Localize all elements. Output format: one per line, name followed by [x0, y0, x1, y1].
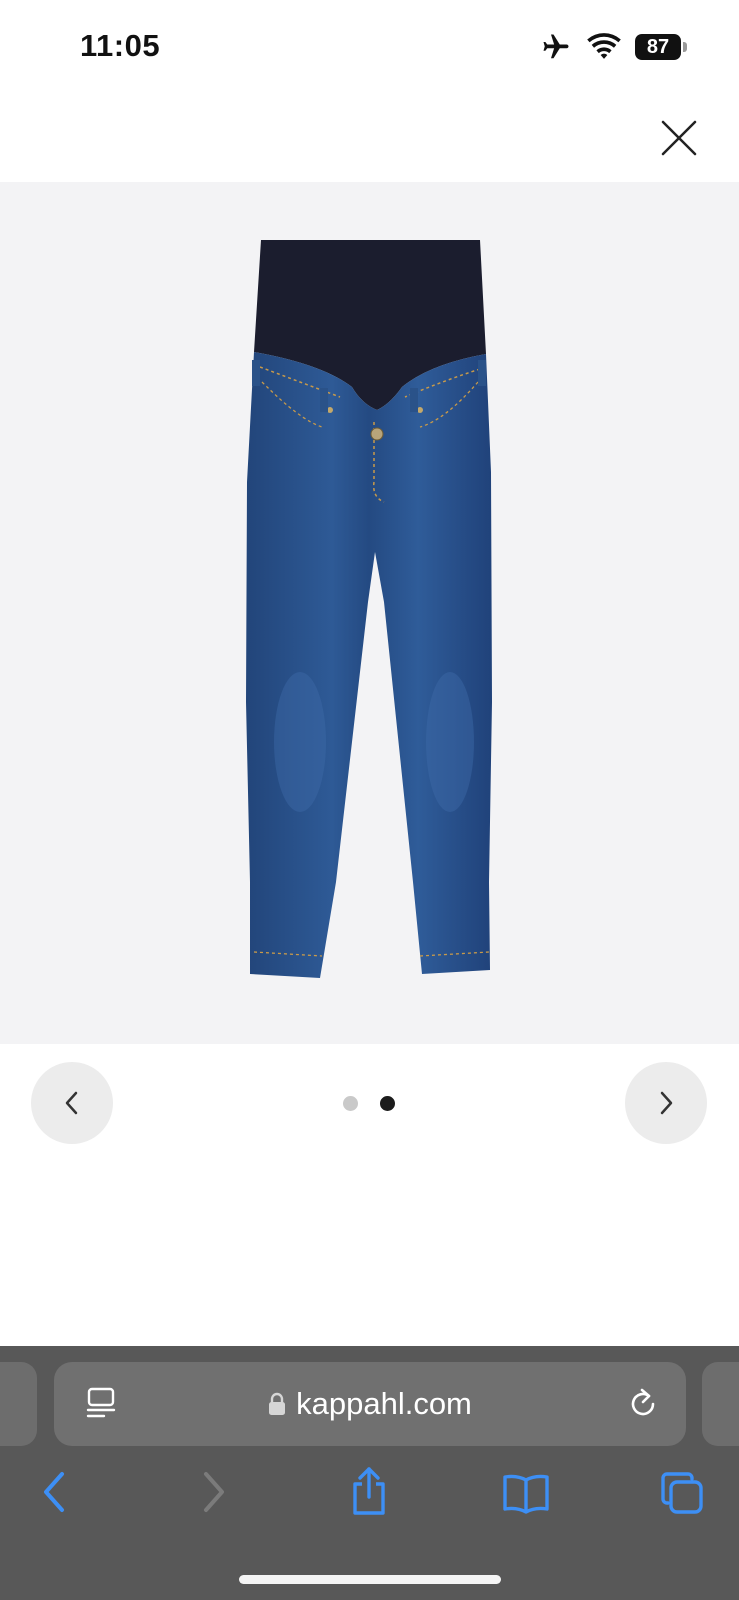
status-bar: 11:05 87: [0, 0, 739, 100]
battery-level: 87: [646, 35, 670, 58]
previous-image-button[interactable]: [31, 1062, 113, 1144]
previous-tab-preview[interactable]: [0, 1362, 37, 1446]
next-tab-preview[interactable]: [702, 1362, 739, 1446]
product-image: [246, 240, 492, 978]
home-indicator: [239, 1575, 501, 1584]
battery-cap: [683, 42, 687, 52]
close-icon: [661, 120, 697, 156]
bookmarks-icon[interactable]: [502, 1474, 550, 1514]
status-time: 11:05: [80, 28, 161, 63]
address-bar[interactable]: kappahl.com: [54, 1362, 686, 1446]
chevron-right-icon: [660, 1091, 673, 1115]
pagination-dot-1[interactable]: [343, 1096, 358, 1111]
battery-icon: 87: [635, 34, 687, 60]
url-text: kappahl.com: [296, 1386, 472, 1421]
url-display[interactable]: kappahl.com: [54, 1362, 686, 1446]
reload-icon[interactable]: [626, 1386, 660, 1422]
chevron-left-icon: [65, 1091, 78, 1115]
share-icon[interactable]: [349, 1466, 389, 1516]
status-icons: 87: [539, 32, 687, 62]
tabs-icon[interactable]: [660, 1471, 704, 1515]
jeans-body: [246, 352, 492, 978]
pagination-dot-2-active[interactable]: [380, 1096, 395, 1111]
lock-icon: [269, 1392, 286, 1415]
airplane-icon: [543, 34, 569, 59]
product-image-viewer[interactable]: [0, 182, 739, 1044]
wifi-icon: [587, 33, 621, 59]
image-pagination: [343, 1096, 395, 1111]
close-button[interactable]: [659, 118, 699, 158]
next-image-button[interactable]: [625, 1062, 707, 1144]
forward-icon[interactable]: [198, 1470, 228, 1514]
back-icon[interactable]: [40, 1470, 70, 1514]
